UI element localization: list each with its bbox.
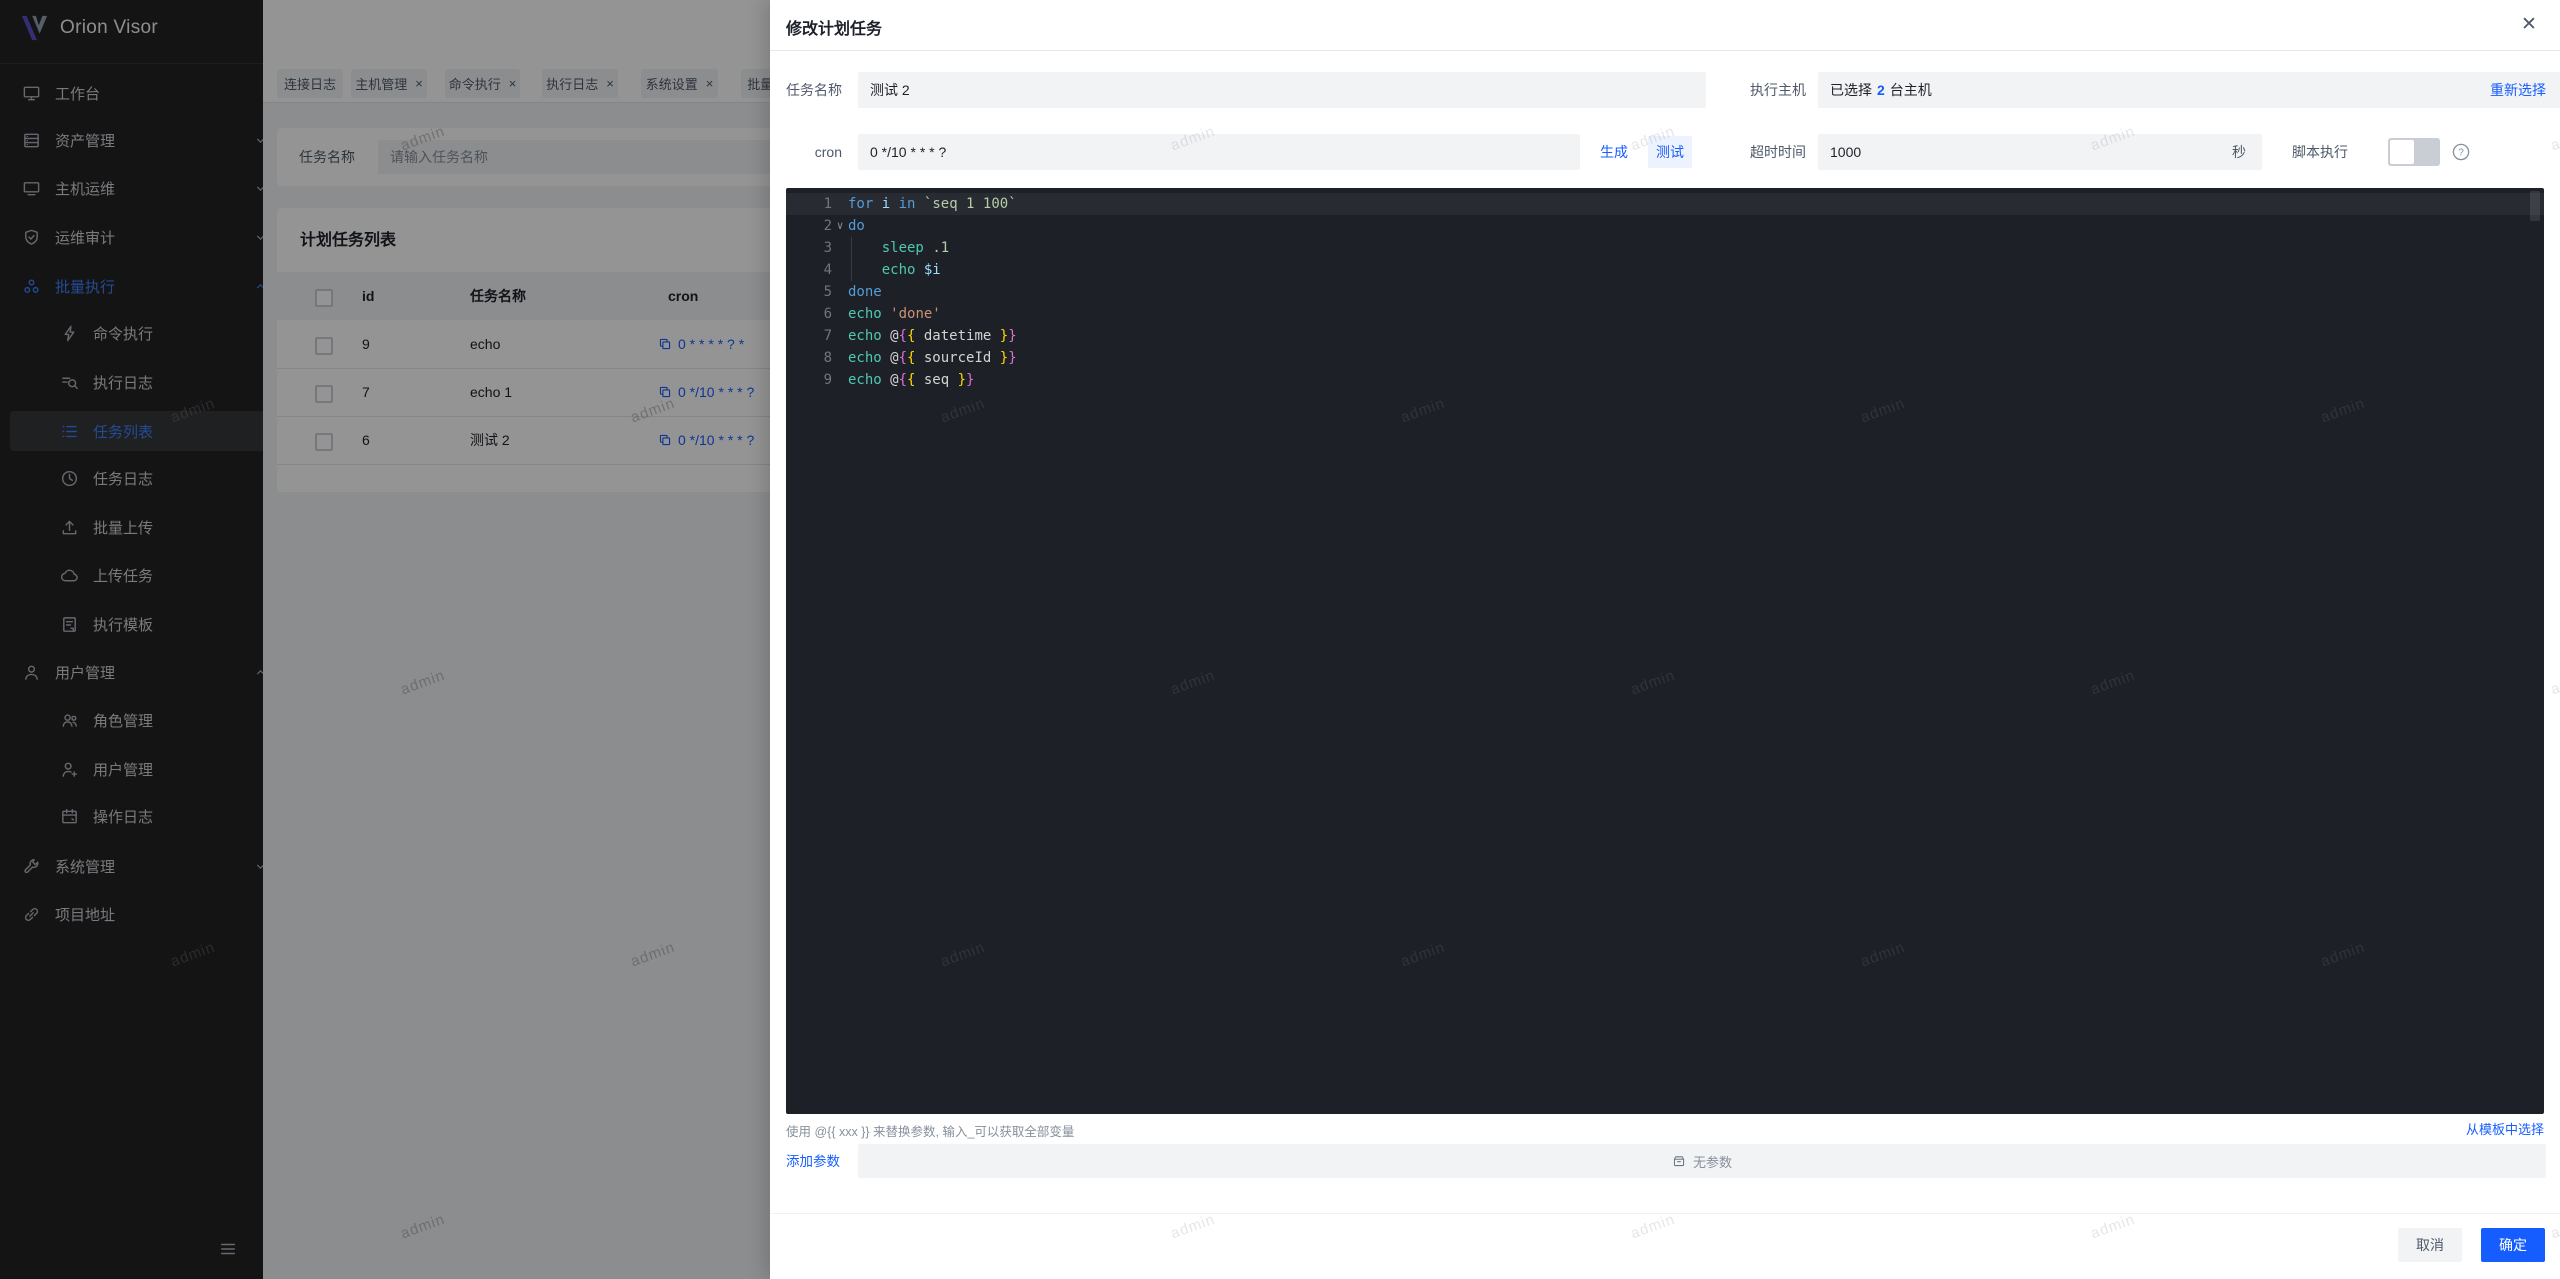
watermark-text: admin [2548, 667, 2560, 699]
watermark-text: admin [1628, 1211, 1677, 1243]
code-line: 6echo 'done' [786, 303, 2544, 325]
editor-scrollbar-thumb[interactable] [2530, 191, 2540, 221]
watermark-text: admin [2548, 123, 2560, 155]
watermark-text: admin [2548, 1211, 2560, 1243]
cron-input[interactable] [858, 134, 1580, 170]
reselect-hosts-link[interactable]: 重新选择 [2490, 80, 2546, 100]
task-name-label: 任务名称 [786, 72, 842, 108]
confirm-button[interactable]: 确定 [2481, 1228, 2545, 1262]
exec-host-field[interactable]: 已选择 2 台主机 [1818, 72, 2560, 108]
code-line: 2∨do [786, 215, 2544, 237]
close-icon[interactable]: ✕ [2518, 13, 2540, 35]
code-line: 3 sleep .1 [786, 237, 2544, 259]
task-name-input[interactable] [858, 72, 1706, 108]
fold-chevron-icon[interactable]: ∨ [834, 215, 846, 237]
line-number: 8 [786, 347, 832, 369]
host-selected-prefix: 已选择 [1830, 80, 1872, 100]
exec-host-label: 执行主机 [1716, 72, 1806, 108]
line-number: 4 [786, 259, 832, 281]
cron-generate-link[interactable]: 生成 [1600, 142, 1628, 162]
add-parameter-link[interactable]: 添加参数 [786, 1150, 840, 1170]
choose-from-template-link[interactable]: 从模板中选择 [2466, 1119, 2544, 1138]
script-code-editor[interactable]: 1for i in `seq 1 100`2∨do3 sleep .14 ech… [786, 188, 2544, 1114]
code-line: 8echo @{{ sourceId }} [786, 347, 2544, 369]
empty-box-icon [1672, 1154, 1686, 1168]
divider [770, 50, 2560, 51]
code-line: 4 echo $i [786, 259, 2544, 281]
line-number: 6 [786, 303, 832, 325]
line-number: 2 [786, 215, 832, 237]
line-number: 5 [786, 281, 832, 303]
cron-label: cron [786, 134, 842, 170]
timeout-input[interactable] [1818, 134, 2262, 170]
cron-test-link[interactable]: 测试 [1656, 142, 1684, 162]
line-number: 1 [786, 193, 832, 215]
script-exec-label: 脚本执行 [2292, 134, 2348, 170]
line-number: 3 [786, 237, 832, 259]
watermark-text: admin [2088, 1211, 2137, 1243]
code-line: 5done [786, 281, 2544, 303]
line-number: 9 [786, 369, 832, 391]
parameter-hint: 使用 @{{ xxx }} 来替换参数, 输入_可以获取全部变量 [786, 1121, 1074, 1140]
footer-divider [770, 1213, 2560, 1214]
code-line: 1for i in `seq 1 100` [786, 193, 2544, 215]
edit-scheduled-task-drawer: 修改计划任务 ✕ 任务名称 执行主机 已选择 2 台主机 重新选择 cron 生… [770, 0, 2560, 1279]
drawer-title: 修改计划任务 [786, 15, 882, 39]
host-selected-count: 2 [1872, 82, 1890, 98]
no-parameters-text: 无参数 [1693, 1152, 1732, 1171]
toggle-knob [2390, 140, 2414, 164]
cancel-button[interactable]: 取消 [2398, 1228, 2462, 1262]
timeout-unit: 秒 [2232, 134, 2246, 170]
parameters-empty-bar: 无参数 [858, 1144, 2546, 1178]
code-line: 7echo @{{ datetime }} [786, 325, 2544, 347]
svg-text:?: ? [2458, 148, 2464, 159]
host-selected-suffix: 台主机 [1890, 80, 1932, 100]
watermark-text: admin [1168, 1211, 1217, 1243]
line-number: 7 [786, 325, 832, 347]
help-icon[interactable]: ? [2452, 143, 2470, 161]
timeout-label: 超时时间 [1716, 134, 1806, 170]
script-exec-toggle[interactable] [2388, 138, 2440, 166]
code-line: 9echo @{{ seq }} [786, 369, 2544, 391]
